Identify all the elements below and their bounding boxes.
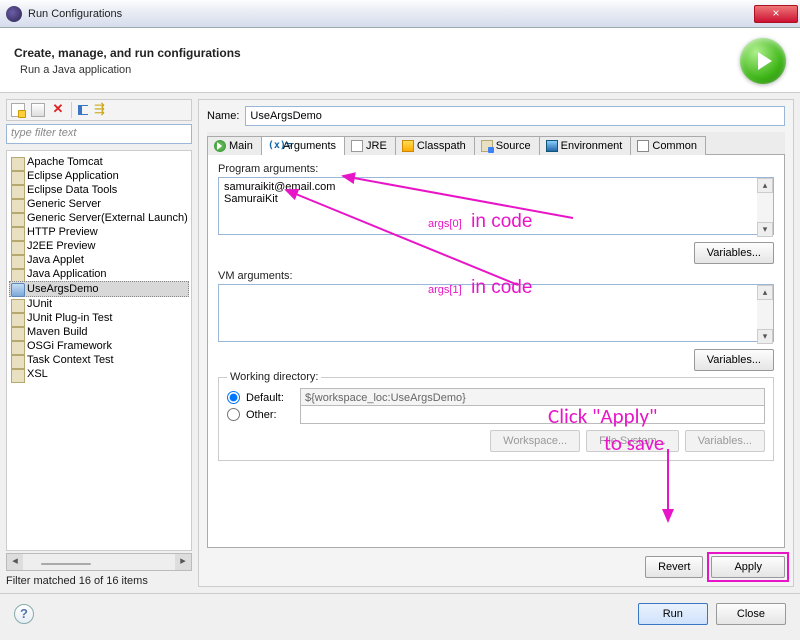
duplicate-config-icon[interactable] xyxy=(31,103,45,117)
eclipse-icon xyxy=(6,6,22,22)
tab-label: JRE xyxy=(366,140,387,152)
tree-item[interactable]: JUnit xyxy=(9,297,189,311)
apply-button[interactable]: Apply xyxy=(711,556,785,578)
left-panel: ✕ ⇶ type filter text Apache TomcatEclips… xyxy=(6,99,192,587)
tab-common[interactable]: Common xyxy=(630,136,706,155)
titlebar: Run Configurations × xyxy=(0,0,800,28)
annotation-arrow xyxy=(638,449,698,531)
tab-environment[interactable]: Environment xyxy=(539,136,632,155)
tree-item[interactable]: JUnit Plug-in Test xyxy=(9,311,189,325)
textarea-scrollbar[interactable]: ▴▾ xyxy=(757,178,773,237)
tree-item[interactable]: Java Application xyxy=(9,267,189,281)
scroll-left-icon[interactable]: ◂ xyxy=(7,554,23,570)
working-directory-group: Working directory: Default: Other: Works… xyxy=(218,377,774,461)
working-directory-label: Working directory: xyxy=(227,371,321,383)
workspace-button[interactable]: Workspace... xyxy=(490,430,580,452)
window-title: Run Configurations xyxy=(28,8,754,20)
tree-horizontal-scrollbar[interactable]: ◂ ▸ xyxy=(6,553,192,571)
wd-variables-button[interactable]: Variables... xyxy=(685,430,765,452)
arguments-tab-pane: Program arguments: ▴▾ Variables... VM ar… xyxy=(207,155,785,548)
tab-label: Environment xyxy=(561,140,623,152)
program-variables-button[interactable]: Variables... xyxy=(694,242,774,264)
scroll-thumb[interactable] xyxy=(41,563,91,565)
tab-bar: Main (x)=Arguments JRE Classpath Source Envir… xyxy=(207,132,785,155)
textarea-scrollbar[interactable]: ▴▾ xyxy=(757,285,773,344)
tab-jre[interactable]: JRE xyxy=(344,136,396,155)
program-args-textarea[interactable] xyxy=(218,177,774,235)
tab-arguments[interactable]: (x)=Arguments xyxy=(261,136,345,155)
dialog-footer: ? Run Close xyxy=(0,593,800,633)
header-subtitle: Run a Java application xyxy=(20,64,740,76)
tree-item[interactable]: HTTP Preview xyxy=(9,225,189,239)
vm-variables-button[interactable]: Variables... xyxy=(694,349,774,371)
classpath-tab-icon xyxy=(402,140,414,152)
tree-item[interactable]: Java Applet xyxy=(9,253,189,267)
right-panel: Name: Main (x)=Arguments JRE Classpath Sourc… xyxy=(198,99,794,587)
other-label: Other: xyxy=(246,409,294,421)
tree-item[interactable]: J2EE Preview xyxy=(9,239,189,253)
vm-args-label: VM arguments: xyxy=(218,270,774,282)
arguments-tab-icon: (x)= xyxy=(268,140,280,152)
tree-item[interactable]: Generic Server xyxy=(9,197,189,211)
main-tab-icon xyxy=(214,140,226,152)
new-config-icon[interactable] xyxy=(11,103,25,117)
filter-status: Filter matched 16 of 16 items xyxy=(6,575,192,587)
tree-item[interactable]: Generic Server(External Launch) xyxy=(9,211,189,225)
tree-item[interactable]: XSL xyxy=(9,367,189,381)
close-button[interactable]: Close xyxy=(716,603,786,625)
config-tree[interactable]: Apache TomcatEclipse ApplicationEclipse … xyxy=(6,150,192,551)
tab-label: Common xyxy=(652,140,697,152)
tab-label: Classpath xyxy=(417,140,466,152)
filter-input[interactable]: type filter text xyxy=(6,124,192,144)
default-label: Default: xyxy=(246,392,294,404)
common-tab-icon xyxy=(637,140,649,152)
environment-tab-icon xyxy=(546,140,558,152)
program-args-label: Program arguments: xyxy=(218,163,774,175)
vm-args-textarea[interactable] xyxy=(218,284,774,342)
tree-item[interactable]: Apache Tomcat xyxy=(9,155,189,169)
run-button[interactable]: Run xyxy=(638,603,708,625)
run-icon-large xyxy=(740,38,786,84)
tab-label: Main xyxy=(229,140,253,152)
config-toolbar: ✕ ⇶ xyxy=(6,99,192,121)
jre-tab-icon xyxy=(351,140,363,152)
tree-item[interactable]: Maven Build xyxy=(9,325,189,339)
tab-label: Arguments xyxy=(283,140,336,152)
tree-item[interactable]: UseArgsDemo xyxy=(9,281,189,297)
header-title: Create, manage, and run configurations xyxy=(14,46,740,60)
default-radio[interactable] xyxy=(227,391,240,404)
source-tab-icon xyxy=(481,140,493,152)
name-label: Name: xyxy=(207,110,239,122)
tab-label: Source xyxy=(496,140,531,152)
scroll-right-icon[interactable]: ▸ xyxy=(175,554,191,570)
tree-item[interactable]: Task Context Test xyxy=(9,353,189,367)
toolbar-separator xyxy=(71,102,72,118)
tree-item[interactable]: Eclipse Application xyxy=(9,169,189,183)
other-path-field[interactable] xyxy=(300,405,765,424)
filesystem-button[interactable]: File System... xyxy=(586,430,679,452)
window-close-button[interactable]: × xyxy=(754,5,798,23)
filter-icon[interactable]: ⇶ xyxy=(94,103,108,117)
revert-button[interactable]: Revert xyxy=(645,556,703,578)
other-radio[interactable] xyxy=(227,408,240,421)
tab-source[interactable]: Source xyxy=(474,136,540,155)
tab-main[interactable]: Main xyxy=(207,136,262,155)
tree-item[interactable]: Eclipse Data Tools xyxy=(9,183,189,197)
tree-item[interactable]: OSGi Framework xyxy=(9,339,189,353)
delete-config-icon[interactable]: ✕ xyxy=(51,103,65,117)
collapse-all-icon[interactable] xyxy=(78,105,88,115)
help-button[interactable]: ? xyxy=(14,604,34,624)
dialog-header: Create, manage, and run configurations R… xyxy=(0,28,800,93)
name-input[interactable] xyxy=(245,106,785,126)
tab-classpath[interactable]: Classpath xyxy=(395,136,475,155)
